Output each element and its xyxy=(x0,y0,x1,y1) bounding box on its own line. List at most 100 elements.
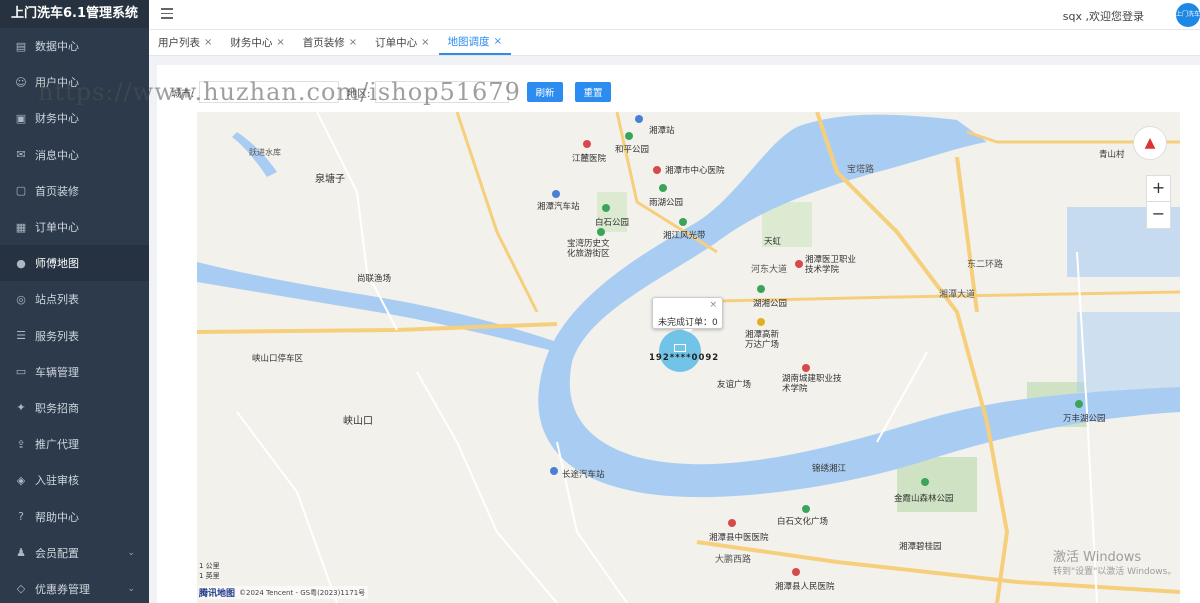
poi-pin[interactable] xyxy=(597,228,605,236)
map-label: 白石文化广场 xyxy=(777,517,829,527)
worker-marker[interactable] xyxy=(659,330,701,372)
sidebar-item[interactable]: ◈ 入驻审核 xyxy=(0,462,149,498)
poi-pin[interactable] xyxy=(728,519,736,527)
car-icon: ▭ xyxy=(15,365,27,379)
avatar[interactable]: 上门洗车 xyxy=(1176,3,1200,27)
sidebar-item[interactable]: ? 帮助中心 xyxy=(0,498,149,534)
sidebar-item-label: 数据中心 xyxy=(35,40,79,54)
sidebar-item[interactable]: ♟ 会员配置 ⌄ xyxy=(0,535,149,571)
poi-pin[interactable] xyxy=(625,132,633,140)
map-label: 尚联渔场 xyxy=(357,274,392,284)
tab[interactable]: 地图调度 × xyxy=(438,30,511,55)
poi-pin[interactable] xyxy=(653,166,661,174)
poi-pin[interactable] xyxy=(635,115,643,123)
map-label: 泉塘子 xyxy=(315,174,345,185)
order-icon: ▦ xyxy=(15,220,27,234)
tab-label: 地图调度 xyxy=(447,36,490,48)
tab-close-icon[interactable]: × xyxy=(276,37,284,48)
map-label: 湘潭高新万达广场 xyxy=(745,330,780,350)
scale-mile: 1 英里 xyxy=(199,572,220,580)
map-label: 湘潭医卫职业技术学院 xyxy=(805,255,857,275)
poi-pin[interactable] xyxy=(757,285,765,293)
map-label: 湘潭县人民医院 xyxy=(775,582,835,592)
chart-icon: ▤ xyxy=(15,39,27,53)
poi-pin[interactable] xyxy=(802,364,810,372)
sidebar-item[interactable]: ✦ 职务招商 xyxy=(0,390,149,426)
sidebar-item-label: 消息中心 xyxy=(35,148,79,162)
map-brand: 腾讯地图 xyxy=(199,589,236,599)
sidebar-item[interactable]: ☰ 服务列表 xyxy=(0,318,149,354)
tab-close-icon[interactable]: × xyxy=(204,37,212,48)
reset-button[interactable]: 重置 xyxy=(575,82,611,102)
tab-label: 财务中心 xyxy=(230,37,273,49)
sidebar-item-label: 优惠券管理 xyxy=(35,582,90,596)
sidebar-item[interactable]: ⇪ 推广代理 xyxy=(0,426,149,462)
search-bar: 城市: 地区: 刷新 重置 xyxy=(157,80,1200,104)
region-label: 地区: xyxy=(347,89,371,100)
poi-pin[interactable] xyxy=(602,204,610,212)
car-icon xyxy=(674,344,686,352)
sidebar-item[interactable]: ▦ 订单中心 xyxy=(0,209,149,245)
sidebar-item-label: 用户中心 xyxy=(35,76,79,90)
tab-label: 首页装修 xyxy=(302,37,345,49)
poi-pin[interactable] xyxy=(921,478,929,486)
map-canvas[interactable]: 湘潭站 和平公园 江麓医院 湘潭市中心医院 湘潭汽车站 白石公园 雨湖公园 湘江… xyxy=(197,112,1180,603)
sidebar-item-label: 入驻审核 xyxy=(35,474,79,488)
poi-pin[interactable] xyxy=(550,467,558,475)
close-icon[interactable]: × xyxy=(709,300,717,310)
sidebar-item[interactable]: ● 师傅地图 xyxy=(0,245,149,282)
copyright-text: ©2024 Tencent - GS粤(2023)1171号 xyxy=(239,588,366,597)
poi-pin[interactable] xyxy=(1075,400,1083,408)
refresh-button[interactable]: 刷新 xyxy=(527,82,563,102)
user-icon: ☺ xyxy=(15,75,27,89)
tab-close-icon[interactable]: × xyxy=(421,37,429,48)
sidebar-item-label: 车辆管理 xyxy=(35,365,79,379)
map-label: 跃进水库 xyxy=(249,148,281,157)
poi-pin[interactable] xyxy=(552,190,560,198)
poi-pin[interactable] xyxy=(792,568,800,576)
sidebar-item[interactable]: ◎ 站点列表 xyxy=(0,281,149,317)
sidebar-item[interactable]: ▭ 车辆管理 xyxy=(0,354,149,390)
sidebar-item-label: 师傅地图 xyxy=(35,257,79,271)
wallet-icon: ▣ xyxy=(15,111,27,125)
message-icon: ✉ xyxy=(16,148,26,162)
sidebar-item-label: 站点列表 xyxy=(35,293,79,307)
sidebar-item-label: 服务列表 xyxy=(35,329,79,343)
sidebar-item[interactable]: ☺ 用户中心 xyxy=(0,64,149,100)
compass-icon[interactable]: ▲ xyxy=(1133,126,1167,160)
tab[interactable]: 财务中心 × xyxy=(221,30,293,55)
poi-pin[interactable] xyxy=(802,505,810,513)
sidebar: 上门洗车6.1管理系统 ▤ 数据中心 ☺ 用户中心 ▣ 财务中心 ✉ 消息中心 ▢ 首页装修 ▦ 订单… xyxy=(0,0,149,603)
poi-pin[interactable] xyxy=(659,184,667,192)
zoom-in-button[interactable]: + xyxy=(1147,176,1170,202)
popup-text: 未完成订单：0 xyxy=(658,318,718,328)
map-label: 湘潭县中医医院 xyxy=(709,533,769,543)
poi-pin[interactable] xyxy=(679,218,687,226)
sidebar-item[interactable]: ◇ 优惠券管理 ⌄ xyxy=(0,571,149,603)
sidebar-item-label: 会员配置 xyxy=(35,546,79,560)
lake xyxy=(1077,312,1180,392)
map-label: 雨湖公园 xyxy=(649,198,684,208)
city-input[interactable] xyxy=(199,81,339,103)
sidebar-item[interactable]: ▤ 数据中心 xyxy=(0,28,149,64)
windows-activation-subtitle: 转到"设置"以激活 Windows。 xyxy=(1053,567,1177,577)
tab-close-icon[interactable]: × xyxy=(349,37,357,48)
zoom-out-button[interactable]: − xyxy=(1147,202,1170,228)
poi-pin[interactable] xyxy=(583,140,591,148)
poi-pin[interactable] xyxy=(795,260,803,268)
sidebar-item[interactable]: ✉ 消息中心 xyxy=(0,137,149,173)
region-input[interactable] xyxy=(375,81,509,103)
coupon-icon: ◇ xyxy=(16,582,26,596)
sidebar-item[interactable]: ▢ 首页装修 xyxy=(0,173,149,209)
menu-toggle-icon[interactable] xyxy=(161,8,173,20)
sidebar-item[interactable]: ▣ 财务中心 xyxy=(0,100,149,136)
map-label: 天虹 xyxy=(764,237,782,247)
map-label: 江麓医院 xyxy=(572,154,607,164)
tab[interactable]: 订单中心 × xyxy=(366,30,438,55)
poi-pin[interactable] xyxy=(757,318,765,326)
zoom-control: + − xyxy=(1146,175,1171,229)
tab[interactable]: 首页装修 × xyxy=(294,30,366,55)
tab-close-icon[interactable]: × xyxy=(494,36,502,47)
tab[interactable]: 用户列表 × xyxy=(149,30,221,55)
station-icon: ◎ xyxy=(16,292,26,306)
